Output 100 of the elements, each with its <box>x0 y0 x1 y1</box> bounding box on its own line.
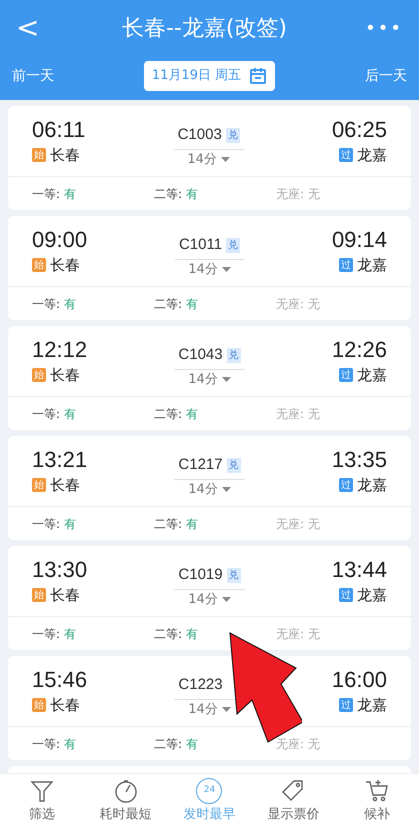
departure-station: 长春 <box>50 255 80 276</box>
departure-station: 长春 <box>50 365 80 386</box>
train-card[interactable]: 12:12 始 长春 C1043 兑 14分 12:26 过 龙嘉 一等: 有 二等: 有 无座: 无 <box>8 326 411 430</box>
back-button[interactable]: < <box>16 7 56 49</box>
cart-icon <box>364 778 390 804</box>
seat-class: 无座: <box>276 186 304 202</box>
origin-badge: 始 <box>32 588 46 602</box>
departure-station: 长春 <box>50 695 80 716</box>
arrival-station: 龙嘉 <box>357 255 387 276</box>
seat-availability: 无 <box>308 736 320 752</box>
previous-day-button[interactable]: 前一天 <box>12 66 54 86</box>
seat-availability: 有 <box>186 186 198 202</box>
seat-class: 二等: <box>154 626 182 642</box>
origin-badge: 始 <box>32 258 46 272</box>
calendar-icon <box>249 67 268 85</box>
seat-availability: 无 <box>308 296 320 312</box>
seat-class: 一等: <box>32 736 60 752</box>
more-button[interactable]: ••• <box>352 14 403 42</box>
seat-availability: 无 <box>308 406 320 422</box>
seat-availability: 有 <box>64 296 76 312</box>
train-number: C1223 <box>178 675 223 695</box>
arrival-time: 13:35 <box>332 446 387 474</box>
train-number: C1003 <box>178 125 222 145</box>
train-card[interactable]: 15:46 始 长春 C1223 14分 16:00 过 龙嘉 一等: 有 二等: 有 无座: 无 <box>8 656 411 760</box>
train-badge: 兑 <box>226 238 240 253</box>
train-number: C1019 <box>178 565 223 585</box>
seat-class: 二等: <box>154 736 182 752</box>
train-card[interactable]: 09:00 始 长春 C1011 兑 14分 09:14 过 龙嘉 一等: 有 二等: 有 无座: 无 <box>8 216 411 320</box>
train-number: C1011 <box>178 235 222 255</box>
pass-badge: 过 <box>338 478 353 492</box>
departure-time: 13:21 <box>32 446 88 474</box>
seat-class: 一等: <box>32 406 60 422</box>
bottom-tab[interactable]: 显示票价 <box>251 778 336 824</box>
caret-icon <box>222 266 231 272</box>
train-card[interactable]: 13:21 始 长春 C1217 兑 14分 13:35 过 龙嘉 一等: 有 二等: 有 无座: 无 <box>8 436 411 540</box>
duration: 14分 <box>188 260 218 278</box>
date-picker[interactable]: 11月19日 周五 <box>144 61 276 91</box>
seat-class: 无座: <box>276 296 304 312</box>
seat-availability: 无 <box>308 626 320 642</box>
origin-badge: 始 <box>32 698 46 712</box>
seat-class: 一等: <box>32 516 60 532</box>
caret-icon <box>220 156 230 162</box>
caret-icon <box>222 376 231 382</box>
seat-availability: 有 <box>186 736 198 752</box>
seat-availability: 有 <box>64 516 76 532</box>
bottom-tab[interactable]: 筛选 <box>0 778 84 824</box>
departure-time: 15:46 <box>32 666 88 694</box>
arrival-time: 13:44 <box>332 556 387 584</box>
seat-availability: 有 <box>186 406 198 422</box>
pass-badge: 过 <box>339 258 353 272</box>
origin-badge: 始 <box>32 478 46 492</box>
origin-badge: 始 <box>32 368 46 382</box>
page-title: 长春--龙嘉(改签) <box>122 14 288 42</box>
seat-availability: 有 <box>64 406 76 422</box>
caret-icon <box>222 486 231 492</box>
seat-availability: 有 <box>64 736 76 752</box>
seat-availability: 有 <box>64 186 76 202</box>
arrival-time: 16:00 <box>332 666 387 694</box>
train-badge: 兑 <box>226 458 241 473</box>
seat-availability: 无 <box>308 186 320 202</box>
seat-class: 无座: <box>276 406 304 422</box>
duration: 14分 <box>187 150 217 168</box>
seat-availability: 有 <box>186 516 198 532</box>
caret-icon <box>222 706 231 712</box>
arrival-station: 龙嘉 <box>356 475 387 496</box>
seat-availability: 无 <box>308 516 320 532</box>
arrival-time: 06:25 <box>332 116 387 144</box>
departure-time: 09:00 <box>32 226 88 254</box>
seat-class: 二等: <box>154 186 182 202</box>
train-card[interactable]: 06:11 始 长春 C1003 兑 14分 06:25 过 龙嘉 一等: 有 二等: 有 无座: 无 <box>8 106 411 210</box>
next-day-button[interactable]: 后一天 <box>365 66 407 86</box>
duration: 14分 <box>188 480 218 498</box>
departure-time: 06:11 <box>32 116 86 144</box>
clock-icon: 24 <box>196 778 222 804</box>
seat-class: 一等: <box>32 626 60 642</box>
seat-class: 无座: <box>276 626 304 642</box>
bottom-tab[interactable]: 耗时最短 <box>84 778 168 824</box>
train-badge: 兑 <box>226 348 241 363</box>
train-number: C1217 <box>178 455 223 475</box>
duration: 14分 <box>188 370 218 388</box>
seat-availability: 有 <box>64 626 76 642</box>
seat-class: 无座: <box>276 516 304 532</box>
seat-class: 二等: <box>154 296 182 312</box>
seat-class: 一等: <box>32 186 60 202</box>
train-number: C1043 <box>178 345 223 365</box>
departure-time: 13:30 <box>32 556 88 584</box>
seat-availability: 有 <box>186 626 198 642</box>
departure-time: 12:12 <box>32 336 88 364</box>
train-card[interactable]: 13:30 始 长春 C1019 兑 14分 13:44 过 龙嘉 一等: 有 二等: 有 无座: 无 <box>8 546 411 650</box>
arrival-station: 龙嘉 <box>356 695 387 716</box>
seat-class: 无座: <box>276 736 304 752</box>
train-badge: 兑 <box>226 128 240 143</box>
duration: 14分 <box>188 700 218 718</box>
caret-icon <box>222 596 231 602</box>
seat-availability: 有 <box>186 296 198 312</box>
arrival-time: 12:26 <box>332 336 387 364</box>
pass-badge: 过 <box>338 698 353 712</box>
departure-station: 长春 <box>50 585 80 606</box>
timer-icon <box>112 778 139 804</box>
bottom-tab[interactable]: 候补 <box>335 778 419 824</box>
